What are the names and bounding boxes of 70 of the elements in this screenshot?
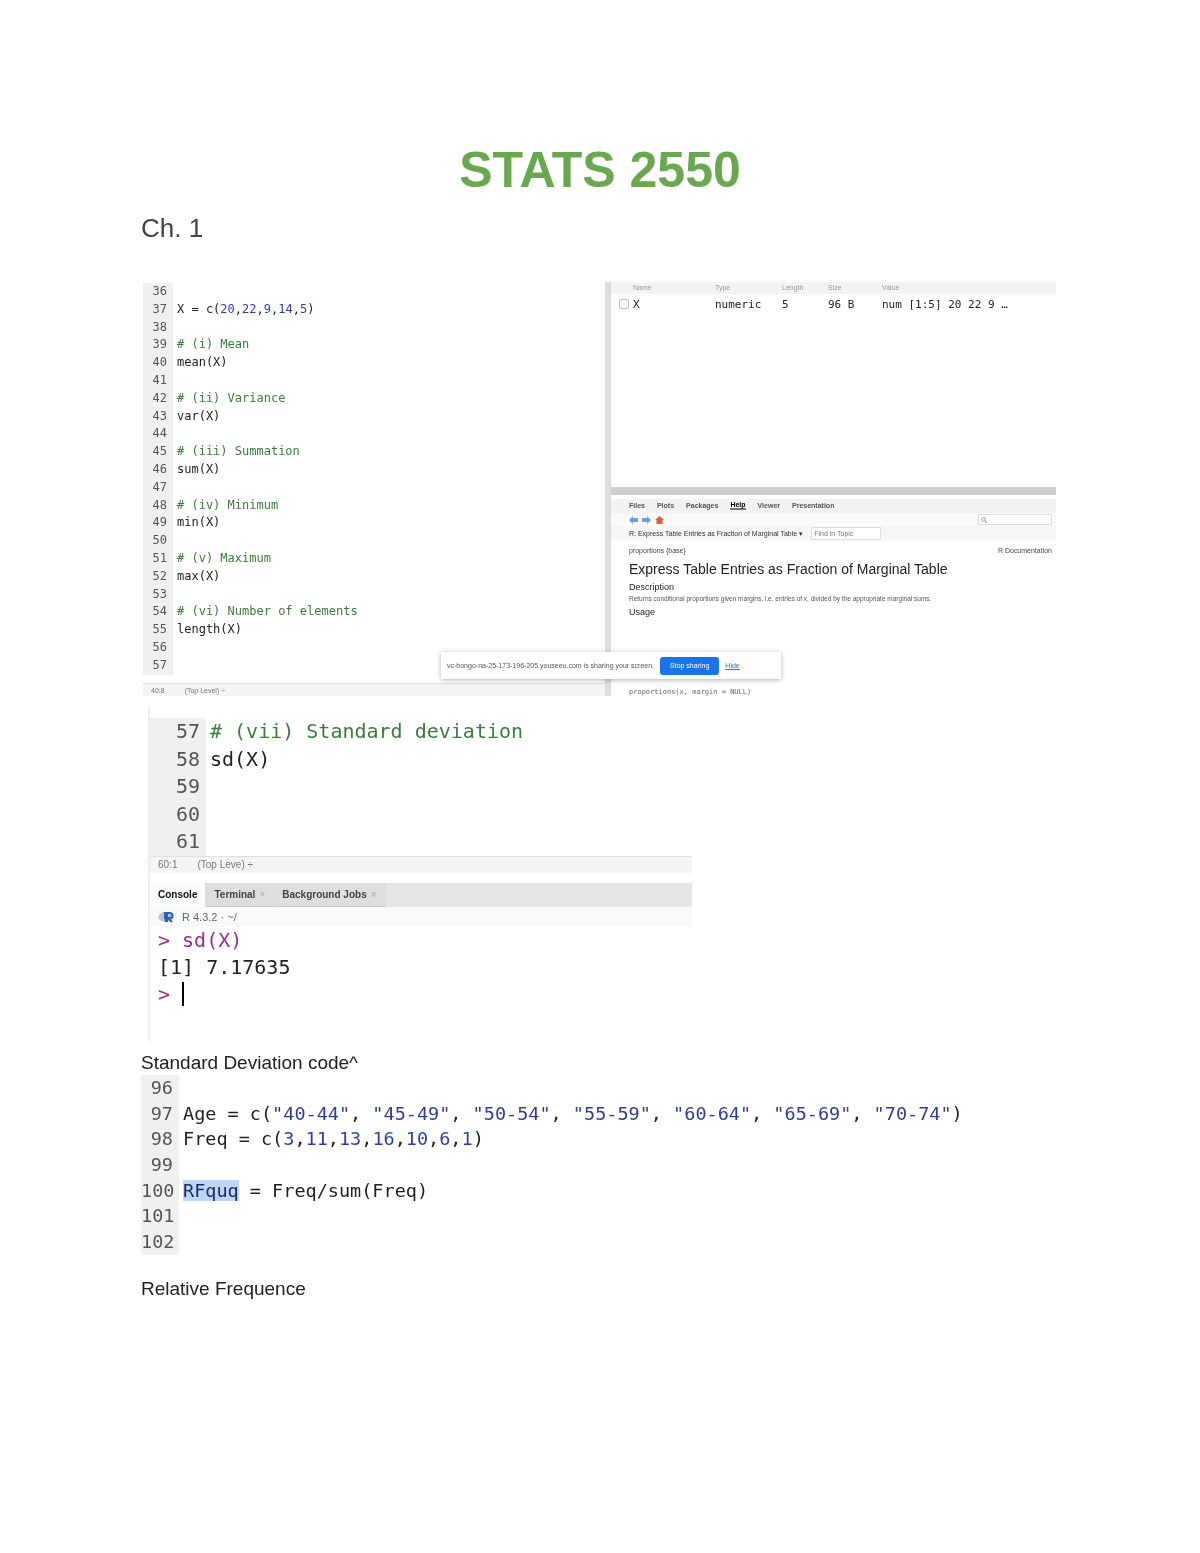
code-line: sum(X)	[176, 460, 221, 478]
code-line: sd(X)	[209, 745, 271, 773]
code-line: X = c(20,22,9,14,5)	[176, 300, 315, 318]
console-tab[interactable]: Background Jobs ×	[274, 882, 386, 907]
output-text: [1] 7.17635	[158, 955, 291, 979]
code-line: min(X)	[176, 514, 221, 532]
caption: Relative Frequence	[141, 1277, 307, 1301]
code-line: mean(X)	[176, 354, 228, 372]
search-icon	[981, 516, 987, 523]
line-number: 58	[150, 745, 206, 773]
line-number: 40	[143, 354, 173, 372]
code-line: # (vii) Standard deviation	[209, 718, 524, 745]
table-cell-text: numeric	[715, 297, 763, 311]
scrollbar[interactable]	[611, 487, 1056, 495]
code-line: # (i) Mean	[176, 336, 250, 354]
caption: Standard Deviation code^	[141, 1051, 359, 1075]
section-heading: Description	[629, 582, 676, 592]
code-line: var(X)	[176, 407, 221, 425]
line-number: 44	[143, 425, 173, 444]
cursor-position: 60:1	[158, 859, 178, 870]
code-line: # (ii) Variance	[176, 389, 286, 407]
forward-arrow-icon[interactable]	[642, 515, 651, 524]
command-text: sd(X)	[182, 928, 243, 952]
line-number: 60	[150, 800, 206, 828]
code-line: Freq = c(3,11,13,16,10,6,1)	[182, 1127, 484, 1152]
text-cursor	[182, 982, 185, 1006]
row-checkbox[interactable]	[619, 299, 629, 310]
code-line: # (v) Maximum	[176, 549, 271, 567]
line-number: 59	[150, 773, 206, 801]
section-heading: Usage	[629, 607, 656, 617]
console-tab[interactable]: Terminal ×	[206, 882, 275, 907]
console-tab[interactable]: Console	[150, 882, 207, 907]
line-number: 57	[150, 718, 206, 746]
code-line: RFquq = Freq/sum(Freq)	[182, 1178, 429, 1203]
line-number: 45	[143, 443, 173, 461]
line-number: 98	[141, 1126, 179, 1153]
r-logo-icon	[158, 910, 176, 923]
code-line: # (vi) Number of elements	[176, 603, 358, 621]
line-number: 102	[141, 1229, 179, 1255]
table-cell-text: 5	[782, 297, 790, 311]
help-heading: Express Table Entries as Fraction of Marginal Table	[629, 561, 949, 577]
code-line: length(X)	[176, 621, 243, 639]
line-number: 100	[141, 1177, 179, 1204]
document-title: STATS 2550	[458, 141, 742, 200]
console-prompt: >	[158, 928, 171, 952]
back-arrow-icon[interactable]	[629, 515, 638, 524]
line-number: 39	[143, 336, 173, 355]
table-cell-text: X	[633, 297, 641, 311]
r-version-label: R 4.3.2 · ~/	[182, 910, 237, 923]
line-number: 61	[150, 828, 206, 856]
code-line: Age = c("40-44", "45-49", "50-54", "55-59", "60-64", "65-69", "70-74")	[182, 1101, 963, 1126]
code-line: # (iv) Minimum	[176, 496, 279, 514]
code-line: max(X)	[176, 567, 221, 585]
line-number: 99	[141, 1152, 179, 1178]
line-number: 49	[143, 514, 173, 533]
home-icon[interactable]	[655, 515, 664, 524]
line-number: 50	[143, 532, 173, 550]
line-number: 101	[141, 1203, 179, 1230]
search-field[interactable]	[978, 514, 1052, 525]
line-number: 54	[143, 603, 173, 622]
line-number: 36	[143, 283, 173, 301]
chapter-heading: Ch. 1	[141, 212, 205, 244]
line-number: 55	[143, 621, 173, 639]
scope-selector[interactable]: (Top Leve) ÷	[197, 859, 253, 870]
line-number: 96	[141, 1075, 179, 1101]
code-line: # (iii) Summation	[176, 443, 300, 461]
table-cell-text: 96 B	[828, 297, 856, 311]
console-prompt: >	[158, 982, 171, 1006]
table-cell-text: num [1:5] 20 22 9 …	[882, 297, 1009, 311]
line-number: 97	[141, 1100, 179, 1127]
